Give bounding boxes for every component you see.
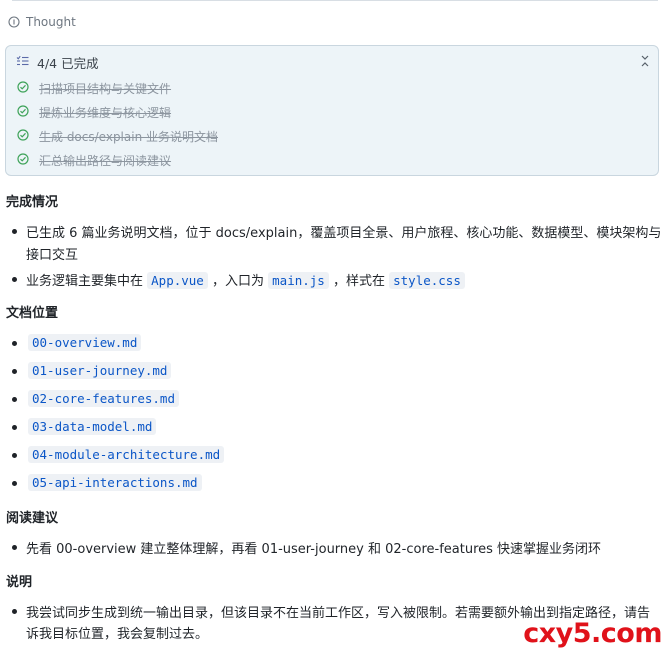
bullet-dot [12,453,17,458]
thought-toggle[interactable]: Thought [8,15,76,29]
doc-file-link[interactable]: 02-core-features.md [28,390,179,407]
doc-file-link[interactable]: 00-overview.md [28,334,142,351]
code-style-css: style.css [389,272,465,289]
todo-item: 汇总输出路径与阅读建议 [17,152,171,169]
todo-item-label: 扫描项目结构与关键文件 [39,82,172,96]
bullet-dot [12,277,17,282]
logic-text-mid2: ，样式在 [332,274,385,289]
bulb-icon [8,16,20,28]
todo-item: 扫描项目结构与关键文件 [17,80,171,97]
reading-text: 先看 00-overview 建立整体理解，再看 01-user-journey… [26,542,602,557]
completion-text-line1: 已生成 6 篇业务说明文档，位于 docs/explain，覆盖项目全景、用户旅… [26,226,662,241]
completion-text-line2: 接口交互 [26,248,79,263]
bullet-dot [12,341,17,346]
todo-progress-label: 4/4 已完成 [37,56,99,71]
doc-file-link[interactable]: 05-api-interactions.md [28,474,202,491]
section-heading-notes: 说明 [6,575,33,590]
todo-header: 4/4 已完成 [16,53,99,72]
todo-panel: 4/4 已完成 扫描项目结构与关键文件 提炼业务维度与核心逻辑 生成 docs/… [5,45,659,176]
check-circle-icon [17,81,29,96]
todo-item: 提炼业务维度与核心逻辑 [17,104,171,121]
logic-text-pre: 业务逻辑主要集中在 [26,274,144,289]
completion-logic-line: 业务逻辑主要集中在 App.vue ，入口为 main.js ，样式在 styl… [26,270,465,289]
notes-text-line2: 诉我目标位置，我会复制过去。 [26,627,209,642]
top-divider [12,0,658,1]
bullet-dot [12,397,17,402]
watermark: cxy5.com [523,618,662,649]
bullet-dot [12,545,17,550]
bullet-dot [12,229,17,234]
todo-item: 生成 docs/explain 业务说明文档 [17,128,218,145]
thought-label: Thought [26,15,76,29]
checklist-icon [16,55,29,70]
check-circle-icon [17,129,29,144]
bullet-dot [12,481,17,486]
bullet-dot [12,609,17,614]
section-heading-completion: 完成情况 [6,195,59,210]
code-app-vue: App.vue [147,272,208,289]
check-circle-icon [17,105,29,120]
doc-file-link[interactable]: 03-data-model.md [28,418,157,435]
doc-file-link[interactable]: 04-module-architecture.md [28,446,225,463]
doc-file-link[interactable]: 01-user-journey.md [28,362,172,379]
section-heading-docs: 文档位置 [6,306,59,321]
bullet-dot [12,369,17,374]
todo-item-label: 汇总输出路径与阅读建议 [39,154,172,168]
section-heading-reading: 阅读建议 [6,511,59,526]
todo-item-label: 生成 docs/explain 业务说明文档 [39,130,218,144]
collapse-icon[interactable] [639,54,651,68]
check-circle-icon [17,153,29,168]
bullet-dot [12,425,17,430]
logic-text-mid: ，入口为 [211,274,264,289]
todo-item-label: 提炼业务维度与核心逻辑 [39,106,172,120]
code-main-js: main.js [268,272,329,289]
